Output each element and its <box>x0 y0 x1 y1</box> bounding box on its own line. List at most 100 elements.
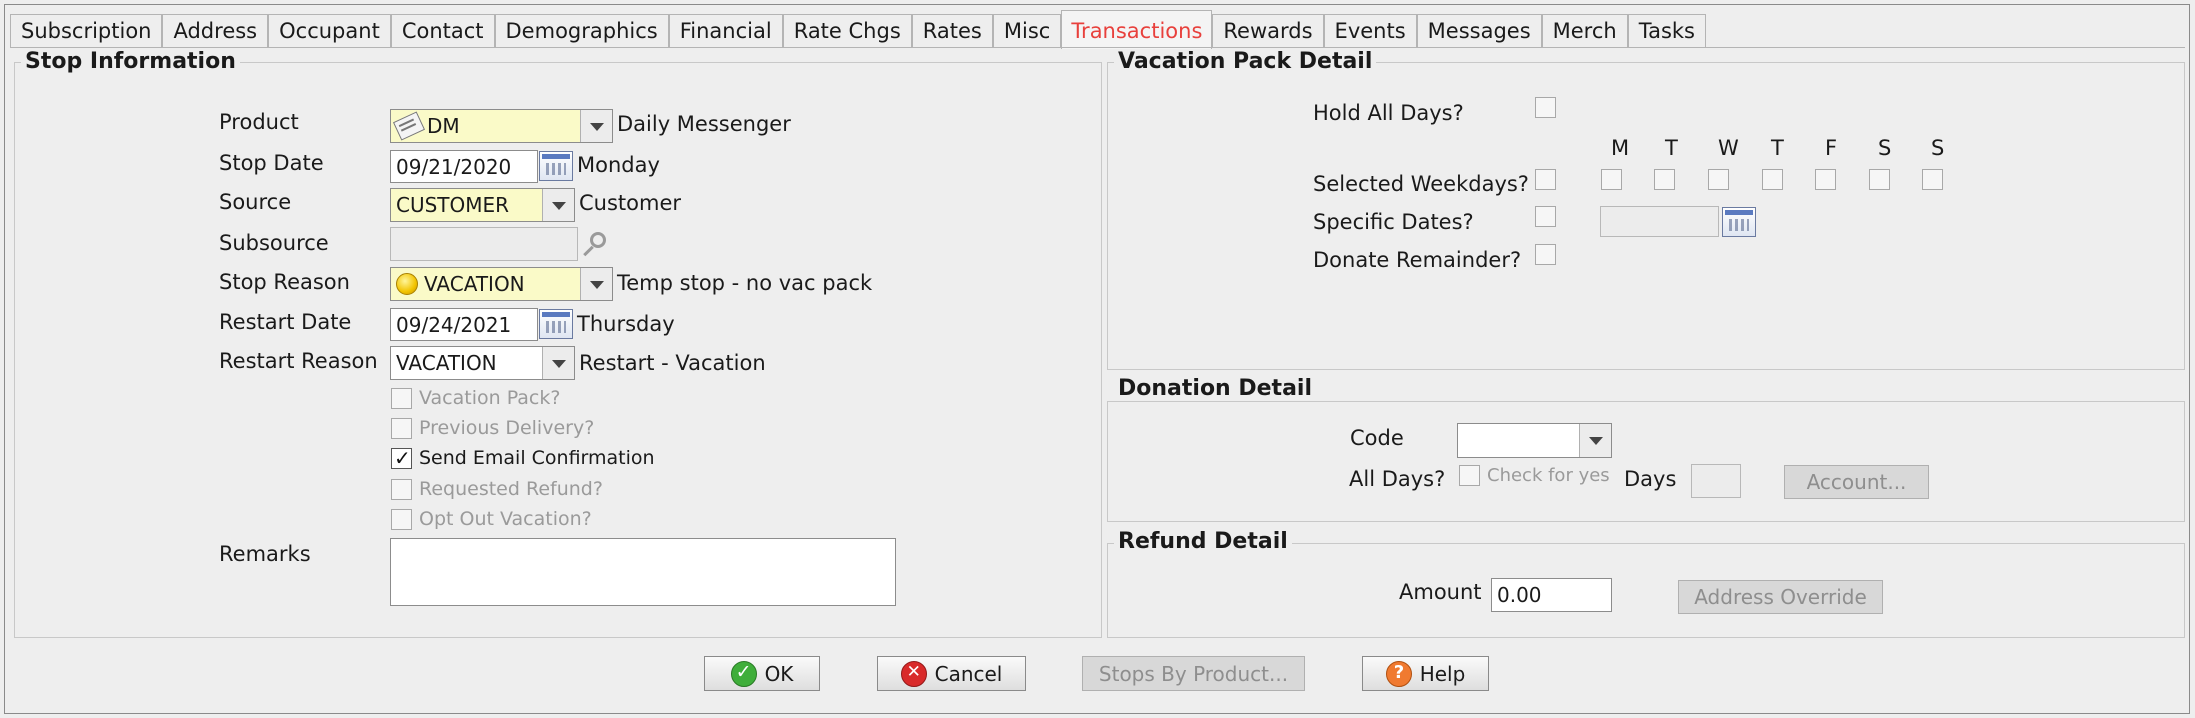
days-input[interactable] <box>1691 464 1741 498</box>
tab-rewards[interactable]: Rewards <box>1212 14 1324 48</box>
donation-title: Donation Detail <box>1114 376 1317 401</box>
source-label: Source <box>219 190 292 214</box>
hold-all-days-checkbox[interactable] <box>1535 97 1556 118</box>
weekday-checkbox-mon[interactable] <box>1601 169 1622 190</box>
tab-misc[interactable]: Misc <box>992 14 1062 48</box>
stop-reason-value: VACATION <box>424 272 525 296</box>
stops-by-product-label: Stops By Product... <box>1098 661 1289 686</box>
specific-date-input[interactable] <box>1600 206 1719 237</box>
requested-refund-checkbox[interactable] <box>391 479 412 500</box>
previous-delivery-checkbox[interactable] <box>391 418 412 439</box>
weekday-checkbox-thu[interactable] <box>1762 169 1783 190</box>
refund-title: Refund Detail <box>1114 529 1292 554</box>
chevron-down-icon[interactable] <box>542 347 574 379</box>
help-label: Help <box>1419 661 1466 686</box>
code-select[interactable] <box>1457 423 1612 458</box>
source-select[interactable]: CUSTOMER <box>390 188 575 222</box>
requested-refund-label: Requested Refund? <box>419 478 603 500</box>
weekday-checkbox-fri[interactable] <box>1815 169 1836 190</box>
tab-tasks[interactable]: Tasks <box>1627 14 1706 48</box>
search-key-icon[interactable] <box>590 232 606 248</box>
ok-label: OK <box>764 661 794 686</box>
tab-events[interactable]: Events <box>1323 14 1417 48</box>
tab-transactions[interactable]: Transactions <box>1061 10 1213 49</box>
stop-reason-label: Stop Reason <box>219 270 350 294</box>
vacation-pack-checkbox[interactable] <box>391 388 412 409</box>
product-desc: Daily Messenger <box>617 112 791 136</box>
weekday-header-sun: S <box>1931 136 1945 160</box>
vacation-pack-title: Vacation Pack Detail <box>1114 49 1377 74</box>
vacation-pack-label: Vacation Pack? <box>419 387 561 409</box>
specific-dates-checkbox[interactable] <box>1535 206 1556 227</box>
donate-remainder-checkbox[interactable] <box>1535 244 1556 265</box>
help-circle-icon <box>1385 660 1412 687</box>
tab-merch[interactable]: Merch <box>1541 14 1628 48</box>
restart-reason-desc: Restart - Vacation <box>579 351 766 375</box>
remarks-textarea[interactable] <box>390 538 896 606</box>
chevron-down-icon[interactable] <box>580 110 612 142</box>
stop-date-input[interactable]: 09/21/2020 <box>390 150 538 183</box>
source-value: CUSTOMER <box>396 193 510 217</box>
check-for-yes-label: Check for yes <box>1487 465 1610 486</box>
tab-rates[interactable]: Rates <box>911 14 993 48</box>
help-button[interactable]: Help <box>1362 656 1489 691</box>
tab-messages[interactable]: Messages <box>1416 14 1542 48</box>
chevron-down-icon[interactable] <box>580 268 612 300</box>
weekday-header-mon: M <box>1611 136 1630 160</box>
tab-financial[interactable]: Financial <box>668 14 783 48</box>
tab-address[interactable]: Address <box>162 14 269 48</box>
weekday-header-fri: F <box>1825 136 1838 160</box>
chevron-down-icon[interactable] <box>542 189 574 221</box>
restart-date-label: Restart Date <box>219 310 352 334</box>
all-days-checkbox[interactable] <box>1459 465 1480 486</box>
code-label: Code <box>1350 426 1404 450</box>
account-button-label: Account... <box>1806 470 1907 494</box>
stop-reason-select[interactable]: VACATION <box>390 267 613 301</box>
product-value: DM <box>427 114 460 138</box>
source-desc: Customer <box>579 191 682 215</box>
tab-divider <box>10 47 2185 48</box>
opt-out-checkbox[interactable] <box>391 509 412 530</box>
check-circle-icon <box>730 660 757 687</box>
tab-demographics[interactable]: Demographics <box>494 14 669 48</box>
previous-delivery-label: Previous Delivery? <box>419 417 595 439</box>
calendar-icon[interactable] <box>539 151 573 181</box>
tab-subscription[interactable]: Subscription <box>10 14 163 48</box>
product-label: Product <box>219 110 299 134</box>
restart-reason-select[interactable]: VACATION <box>390 346 575 380</box>
weekday-checkbox-tue[interactable] <box>1654 169 1675 190</box>
send-email-label: Send Email Confirmation <box>419 447 655 469</box>
tab-contact[interactable]: Contact <box>390 14 495 48</box>
weekday-checkbox-sat[interactable] <box>1869 169 1890 190</box>
cancel-label: Cancel <box>934 661 1003 686</box>
stops-by-product-button[interactable]: Stops By Product... <box>1082 656 1305 691</box>
restart-reason-value: VACATION <box>396 351 497 375</box>
weekday-header-wed: W <box>1718 136 1739 160</box>
weekday-header-thu: T <box>1771 136 1784 160</box>
stop-date-desc: Monday <box>577 153 660 177</box>
address-override-button[interactable]: Address Override <box>1678 580 1883 614</box>
remarks-label: Remarks <box>219 542 311 566</box>
tab-rate-chgs[interactable]: Rate Chgs <box>782 14 912 48</box>
tab-occupant[interactable]: Occupant <box>268 14 391 48</box>
restart-date-input[interactable]: 09/24/2021 <box>390 308 538 341</box>
cancel-button[interactable]: Cancel <box>877 656 1026 691</box>
ok-button[interactable]: OK <box>704 656 820 691</box>
subsource-label: Subsource <box>219 231 329 255</box>
stop-reason-desc: Temp stop - no vac pack <box>617 271 873 295</box>
chevron-down-icon[interactable] <box>1579 424 1611 457</box>
opt-out-label: Opt Out Vacation? <box>419 508 592 530</box>
calendar-icon[interactable] <box>539 309 573 339</box>
address-override-label: Address Override <box>1694 585 1867 609</box>
tab-bar: Subscription Address Occupant Contact De… <box>10 10 1706 49</box>
selected-weekdays-checkbox[interactable] <box>1535 169 1556 190</box>
send-email-checkbox[interactable] <box>391 446 412 470</box>
amount-input[interactable]: 0.00 <box>1491 578 1612 612</box>
stop-date-label: Stop Date <box>219 151 324 175</box>
calendar-icon[interactable] <box>1722 207 1756 237</box>
subsource-input[interactable] <box>390 227 578 261</box>
weekday-checkbox-sun[interactable] <box>1922 169 1943 190</box>
weekday-checkbox-wed[interactable] <box>1708 169 1729 190</box>
product-select[interactable]: DM <box>390 109 613 143</box>
account-button[interactable]: Account... <box>1784 465 1929 499</box>
